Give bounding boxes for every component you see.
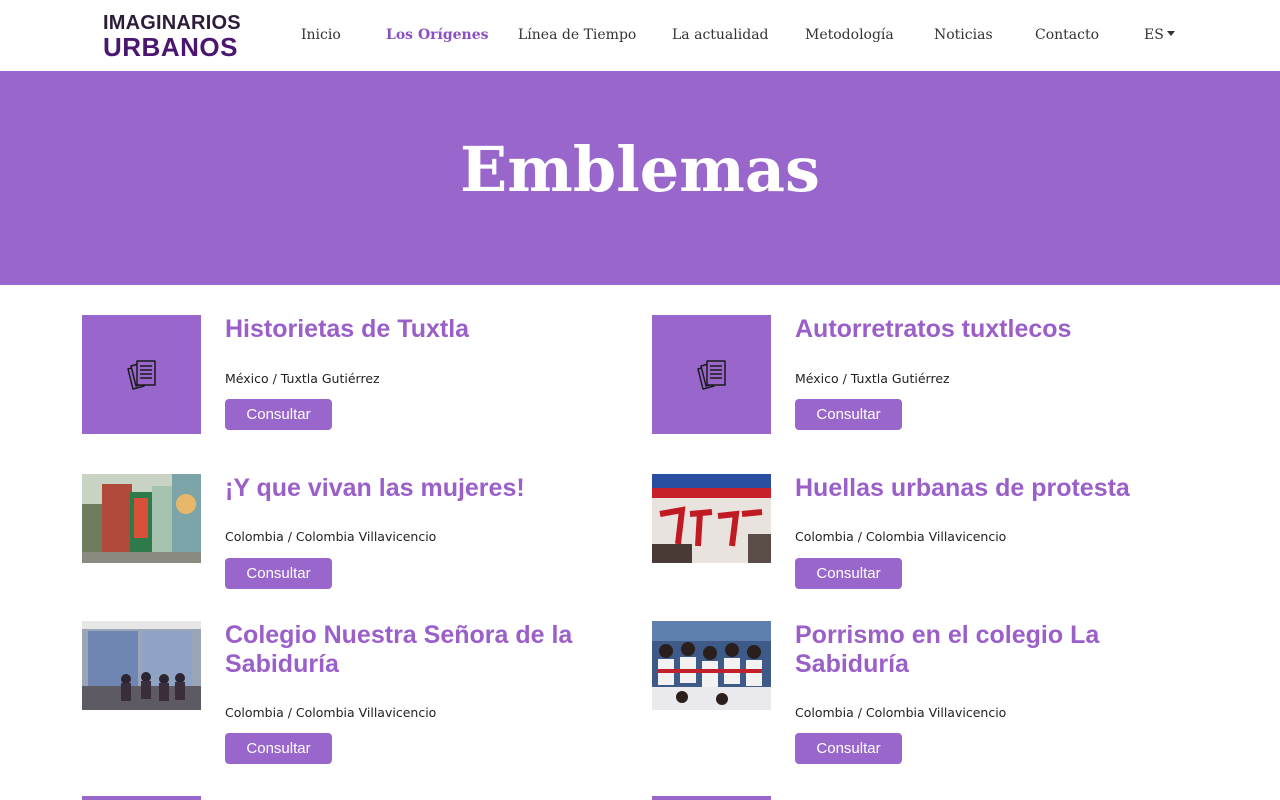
- document-stack-icon: [126, 359, 156, 390]
- card-thumbnail[interactable]: [652, 315, 771, 434]
- card-thumbnail[interactable]: [652, 474, 771, 563]
- card-title[interactable]: Historietas de Tuxtla: [225, 315, 469, 344]
- card-location: Colombia / Colombia Villavicencio: [225, 529, 437, 544]
- card-thumbnail-partial: [652, 796, 771, 800]
- card-location: México / Tuxtla Gutiérrez: [795, 371, 950, 386]
- nav-linea-de-tiempo[interactable]: Línea de Tiempo: [518, 27, 636, 43]
- cheerleaders-photo: [652, 621, 771, 710]
- card-title[interactable]: Huellas urbanas de protesta: [795, 474, 1130, 503]
- nav-la-actualidad[interactable]: La actualidad: [672, 27, 769, 43]
- card-thumbnail-partial: [82, 796, 201, 800]
- consultar-button[interactable]: Consultar: [795, 733, 902, 764]
- brand-line-2: URBANOS: [103, 32, 238, 62]
- chevron-down-icon: [1166, 31, 1175, 36]
- card-location: Colombia / Colombia Villavicencio: [795, 705, 1007, 720]
- consultar-button[interactable]: Consultar: [795, 558, 902, 589]
- nav-noticias[interactable]: Noticias: [934, 27, 993, 43]
- page-title: Emblemas: [460, 133, 820, 206]
- nav-los-origenes[interactable]: Los Orígenes: [386, 27, 489, 43]
- consultar-button[interactable]: Consultar: [225, 558, 332, 589]
- protest-graffiti-photo: [652, 474, 771, 563]
- card-thumbnail[interactable]: [82, 315, 201, 434]
- card-location: Colombia / Colombia Villavicencio: [225, 705, 437, 720]
- language-label: ES: [1144, 27, 1164, 43]
- document-stack-icon: [696, 359, 726, 390]
- consultar-button[interactable]: Consultar: [795, 399, 902, 430]
- card-thumbnail[interactable]: [82, 474, 201, 563]
- card-title-line-2[interactable]: Sabiduría: [225, 650, 339, 679]
- nav-inicio[interactable]: Inicio: [301, 27, 341, 43]
- language-dropdown[interactable]: ES: [1144, 27, 1175, 43]
- card-location: Colombia / Colombia Villavicencio: [795, 529, 1007, 544]
- card-title-line-1[interactable]: Colegio Nuestra Señora de la: [225, 621, 572, 650]
- card-thumbnail[interactable]: [82, 621, 201, 710]
- card-title[interactable]: ¡Y que vivan las mujeres!: [225, 474, 525, 503]
- card-title-line-2[interactable]: Sabiduría: [795, 650, 909, 679]
- navbar: IMAGINARIOS URBANOS Inicio Los Orígenes …: [0, 0, 1280, 71]
- card-title[interactable]: Autorretratos tuxtlecos: [795, 315, 1071, 344]
- card-title-line-1[interactable]: Porrismo en el colegio La: [795, 621, 1099, 650]
- consultar-button[interactable]: Consultar: [225, 733, 332, 764]
- brand-line-1: IMAGINARIOS: [103, 12, 241, 34]
- hero-banner: Emblemas: [0, 71, 1280, 285]
- nav-contacto[interactable]: Contacto: [1035, 27, 1099, 43]
- consultar-button[interactable]: Consultar: [225, 399, 332, 430]
- brand-logo[interactable]: IMAGINARIOS URBANOS: [103, 13, 241, 60]
- street-kiosk-photo: [82, 474, 201, 563]
- nav-metodologia[interactable]: Metodología: [805, 27, 894, 43]
- card-location: México / Tuxtla Gutiérrez: [225, 371, 380, 386]
- classroom-photo: [82, 621, 201, 710]
- card-thumbnail[interactable]: [652, 621, 771, 710]
